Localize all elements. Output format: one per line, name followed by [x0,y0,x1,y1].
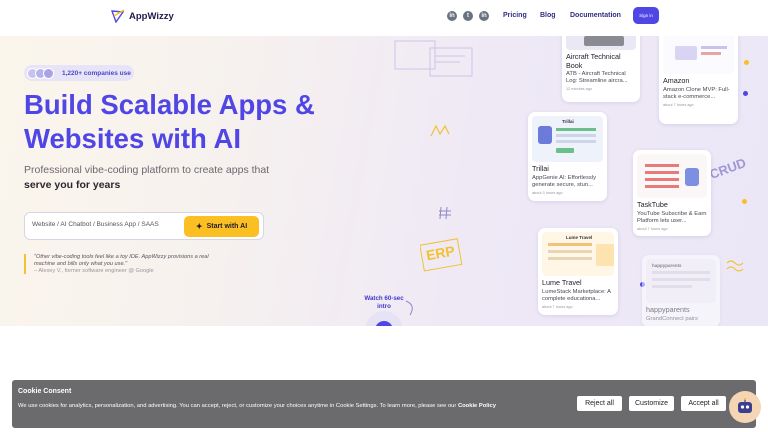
company-avatars [27,67,54,79]
quote-text: "Other vibe-coding tools feel like a toy… [34,254,209,267]
twitter-icon[interactable]: t [463,11,473,21]
card-title: TaskTube [637,200,668,209]
cookie-consent-banner: Cookie Consent We use cookies for analyt… [12,380,756,428]
linkedin-icon[interactable]: in [479,11,489,21]
project-card[interactable]: happyparents happyparents GrandConnect p… [642,255,720,326]
linkedin-icon[interactable]: in [447,11,457,21]
dot-decor [744,60,749,65]
project-card[interactable]: TaskTube YouTube Subscribe & Earn Platfo… [633,150,711,236]
prompt-input[interactable] [32,221,182,228]
card-description: GrandConnect pairs [646,315,698,322]
card-thumbnail: happyparents [646,259,716,303]
card-thumbnail: Trillai [532,116,603,162]
accept-all-button[interactable]: Accept all [681,396,726,411]
dot-decor [743,91,748,96]
hero-subtitle: Professional vibe-coding platform to cre… [24,163,284,193]
nav-blog[interactable]: Blog [540,12,556,19]
project-card[interactable]: Aircraft Technical Book ATB - Aircraft T… [562,36,640,102]
card-title: Trillai [532,164,549,173]
customize-button[interactable]: Customize [629,396,674,411]
squiggle-doodle [726,260,744,272]
companies-count: 1,220+ companies use [62,69,131,77]
card-time: about 3 hours ago [532,190,563,195]
prompt-box: ✦ Start with AI [24,212,264,240]
squiggle-doodle [430,124,450,137]
card-thumbnail [637,154,707,198]
hero-subtitle-plain: Professional vibe-coding platform to cre… [24,164,270,176]
cookie-body: We use cookies for analytics, personaliz… [18,403,457,409]
thumb-label: happyparents [652,263,682,268]
thumb-label: Lume Travel [566,235,593,240]
card-title: happyparents [646,305,690,314]
hero-subtitle-bold: serve you for years [24,179,121,191]
social-links: in t in [447,11,489,21]
thumb-label: Trillai [562,119,574,124]
card-thumbnail: Lume Travel [542,232,614,276]
wireframe-doodle [394,40,473,77]
card-thumbnail [663,36,734,74]
card-description: Amazon Clone MVP: Full-stack e-commerce.… [663,86,730,100]
project-card[interactable]: Amazon Amazon Clone MVP: Full-stack e-co… [659,36,738,124]
hero-headline: Build Scalable Apps & Websites with AI [24,89,315,154]
card-time: about 7 hours ago [663,102,694,107]
brand-name: AppWizzy [129,10,174,22]
hero-section: ERP CRUD 1,220+ companies use Build Scal… [0,36,768,326]
site-header: AppWizzy in t in Pricing Blog Documentat… [0,0,768,36]
companies-badge: 1,220+ companies use [24,65,134,81]
reject-all-button[interactable]: Reject all [577,396,622,411]
card-description: AppGenie AI: Effortlessly generate secur… [532,174,597,188]
testimonial-quote: "Other vibe-coding tools feel like a toy… [24,254,224,274]
intro-label: Watch 60-sec intro [364,295,404,310]
card-time: about 7 hours ago [542,304,573,309]
start-with-ai-label: Start with AI [206,223,248,230]
dot-decor [742,199,747,204]
cookie-title: Cookie Consent [18,388,72,395]
brand-logo[interactable]: AppWizzy [111,9,174,23]
card-description: YouTube Subscribe & Earn Platform lets u… [637,210,707,224]
card-title: Amazon [663,76,690,85]
card-description: ATB - Aircraft Technical Log: Streamline… [566,71,628,84]
logo-icon [111,9,125,23]
start-with-ai-button[interactable]: ✦ Start with AI [184,216,259,237]
avatar [43,67,54,79]
cookie-text: We use cookies for analytics, personaliz… [18,402,518,411]
nav-documentation[interactable]: Documentation [570,12,621,19]
chat-assistant-button[interactable] [729,391,761,423]
card-thumbnail [566,36,636,50]
crud-doodle-text: CRUD [707,155,748,182]
cookie-policy-link[interactable]: Cookie Policy [458,403,496,409]
card-title: Aircraft Technical Book [566,52,621,70]
card-description: LumeStack Marketplace: A complete educat… [542,288,611,302]
card-time: 12 minutes ago [566,87,592,91]
quote-author: – Alexey V., former software engineer @ … [34,267,154,274]
nav-pricing[interactable]: Pricing [503,12,527,19]
project-card[interactable]: Trillai Trillai AppGenie AI: Effortlessl… [528,112,607,201]
play-icon [375,321,393,326]
project-card[interactable]: Lume Travel Lume Travel LumeStack Market… [538,228,618,315]
card-time: about 7 hours ago [637,226,668,231]
robot-icon [738,398,752,413]
sparkle-icon: ✦ [195,222,203,231]
play-intro-button[interactable] [365,311,403,326]
hash-doodle [439,206,451,220]
card-title: Lume Travel [542,278,582,287]
sign-in-button[interactable]: Sign in [633,7,659,24]
